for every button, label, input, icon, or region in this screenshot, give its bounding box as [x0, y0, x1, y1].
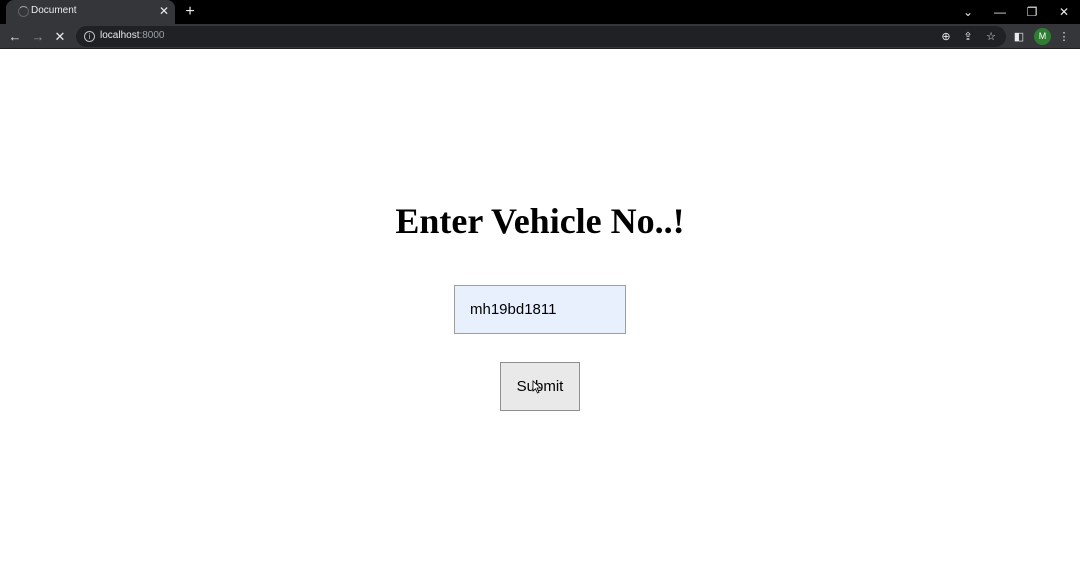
url-host: localhost [100, 30, 140, 41]
share-icon[interactable]: ⇪ [960, 29, 976, 45]
address-bar[interactable]: i localhost:8000 ⊕ ⇪ ☆ [76, 26, 1006, 47]
profile-avatar[interactable]: M [1034, 28, 1051, 45]
minimize-button[interactable]: — [985, 0, 1015, 24]
site-info-icon[interactable]: i [84, 31, 95, 42]
menu-icon[interactable]: ⋮ [1055, 28, 1073, 46]
window-close-button[interactable]: ✕ [1049, 0, 1079, 24]
browser-toolbar: ← → ✕ i localhost:8000 ⊕ ⇪ ☆ ◧ M ⋮ [0, 24, 1080, 49]
forward-button[interactable]: → [28, 27, 48, 47]
page-content: Enter Vehicle No..! Submit [0, 50, 1080, 573]
tab-strip: Document ✕ + ⌄ — ❐ ✕ [0, 0, 1080, 24]
page-heading: Enter Vehicle No..! [395, 201, 685, 241]
browser-tab[interactable]: Document ✕ [6, 0, 175, 24]
tab-close-icon[interactable]: ✕ [157, 4, 171, 18]
stop-loading-button[interactable]: ✕ [50, 27, 70, 47]
zoom-icon[interactable]: ⊕ [938, 29, 954, 45]
url-port: :8000 [139, 30, 165, 41]
loading-spinner-icon [18, 6, 29, 17]
vehicle-number-input[interactable] [454, 285, 626, 334]
tab-title: Document [31, 5, 77, 16]
submit-button[interactable]: Submit [500, 362, 580, 411]
url-text[interactable]: localhost:8000 [100, 30, 165, 41]
new-tab-button[interactable]: + [181, 3, 199, 21]
back-button[interactable]: ← [5, 27, 25, 47]
tab-search-icon[interactable]: ⌄ [953, 0, 983, 24]
bookmark-star-icon[interactable]: ☆ [983, 29, 999, 45]
restore-button[interactable]: ❐ [1017, 0, 1047, 24]
side-panel-icon[interactable]: ◧ [1010, 28, 1028, 46]
